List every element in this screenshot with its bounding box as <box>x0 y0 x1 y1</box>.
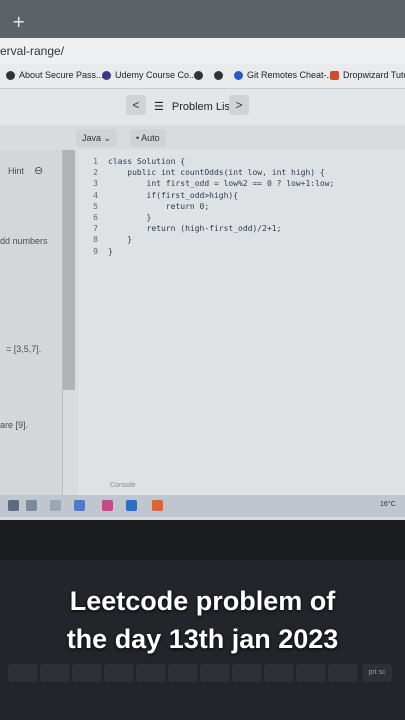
language-select[interactable]: Java ⌄ <box>76 129 118 147</box>
bookmark-about-secure-pass[interactable]: About Secure Pass... <box>6 70 104 81</box>
windows-taskbar: 16°C <box>0 495 405 517</box>
task-view-icon[interactable] <box>50 500 61 511</box>
editor-settings-row: Java ⌄ • Auto <box>0 126 405 150</box>
line-number: 4 <box>93 190 98 200</box>
github-icon <box>214 71 223 81</box>
vscode-icon[interactable] <box>126 500 137 511</box>
address-bar[interactable]: erval-range/ <box>0 38 405 65</box>
bookmark-github-1[interactable] <box>194 70 207 81</box>
key <box>8 664 38 682</box>
line-number: 2 <box>93 168 98 178</box>
problem-list-link[interactable]: ☰ Problem List <box>154 100 233 113</box>
description-text-3: are [9]. <box>0 420 29 430</box>
code-lines: 1 class Solution {2 public int countOdds(… <box>80 156 334 257</box>
edge-icon[interactable] <box>74 500 85 511</box>
key <box>200 664 230 682</box>
line-number: 7 <box>93 224 98 234</box>
prt-sc-key: prt sc <box>362 664 392 682</box>
chrome-icon[interactable] <box>152 500 163 511</box>
next-problem-button[interactable]: > <box>229 95 249 115</box>
code-line: 5 return 0; <box>80 201 334 212</box>
code-text: } <box>108 246 113 256</box>
code-line: 9} <box>80 246 334 257</box>
line-number: 9 <box>93 246 98 256</box>
search-icon[interactable] <box>26 500 37 511</box>
dot-icon: • <box>136 133 140 143</box>
dropwizard-icon <box>330 71 339 81</box>
code-line: 8 } <box>80 234 334 245</box>
key <box>104 664 134 682</box>
code-line: 4 if(first_odd>high){ <box>80 190 334 201</box>
browser-tab-bar: + <box>0 0 405 38</box>
caption-line-1: Leetcode problem of <box>69 586 336 616</box>
github-icon <box>6 71 15 81</box>
auto-mode-toggle[interactable]: • Auto <box>130 129 166 147</box>
key <box>296 664 326 682</box>
code-text: return 0; <box>108 201 210 211</box>
chevron-down-icon: ⌄ <box>103 133 112 143</box>
hint-label[interactable]: Hint <box>8 166 24 176</box>
description-text-2: = [3,5,7]. <box>6 344 42 354</box>
url-text: erval-range/ <box>0 44 65 58</box>
panel-scrollbar[interactable] <box>63 150 75 390</box>
code-text: } <box>108 213 152 223</box>
chrome-icon <box>234 71 243 81</box>
code-text: class Solution { <box>108 157 186 166</box>
code-line: 6 } <box>80 212 334 223</box>
github-icon <box>194 71 203 81</box>
caption-line-2: the day 13th jan 2023 <box>66 624 339 654</box>
key <box>72 664 102 682</box>
key <box>232 664 262 682</box>
bookmark-dropwizard[interactable]: Dropwizard Tutori <box>330 70 405 81</box>
key <box>136 664 166 682</box>
key <box>264 664 294 682</box>
code-line: 2 public int countOdds(int low, int high… <box>80 167 334 178</box>
laptop-screen: + erval-range/ About Secure Pass... Udem… <box>0 0 405 520</box>
hint-toggle-icon[interactable]: ⊖ <box>34 164 43 177</box>
weather-indicator[interactable]: 16°C <box>380 501 396 508</box>
code-line: 3 int first_odd = low%2 == 0 ? low+1:low… <box>80 178 334 189</box>
prev-problem-button[interactable]: < <box>126 95 146 115</box>
console-toggle[interactable]: Console <box>110 482 136 489</box>
code-text: return (high-first_odd)/2+1; <box>108 224 282 234</box>
line-number: 5 <box>93 201 98 211</box>
key <box>328 664 358 682</box>
function-key-row: prt sc <box>0 664 405 682</box>
start-icon[interactable] <box>8 500 19 511</box>
problem-description-panel: Hint ⊖ dd numbers = [3,5,7]. are [9]. <box>0 150 63 495</box>
code-text: } <box>108 235 133 245</box>
code-text: if(first_odd>high){ <box>108 190 239 200</box>
bookmark-git-remotes[interactable]: Git Remotes Cheat-... <box>234 70 334 81</box>
code-text: public int countOdds(int low, int high) … <box>108 168 325 178</box>
bookmark-github-2[interactable] <box>214 70 227 81</box>
key <box>40 664 70 682</box>
code-text: int first_odd = low%2 == 0 ? low+1:low; <box>108 179 335 189</box>
bookmarks-bar: About Secure Pass... Udemy Course Co... … <box>0 64 405 89</box>
line-number: 1 <box>93 157 98 166</box>
udemy-icon <box>102 71 111 81</box>
key <box>168 664 198 682</box>
bookmark-udemy-course[interactable]: Udemy Course Co... <box>102 70 197 81</box>
line-number: 3 <box>93 179 98 189</box>
app-icon[interactable] <box>102 500 113 511</box>
line-number: 6 <box>93 213 98 223</box>
code-line: 1 class Solution { <box>80 156 334 167</box>
description-text-1: dd numbers <box>0 236 48 246</box>
new-tab-button[interactable]: + <box>12 12 25 31</box>
list-icon: ☰ <box>154 101 164 113</box>
code-line: 7 return (high-first_odd)/2+1; <box>80 223 334 234</box>
line-number: 8 <box>93 235 98 245</box>
